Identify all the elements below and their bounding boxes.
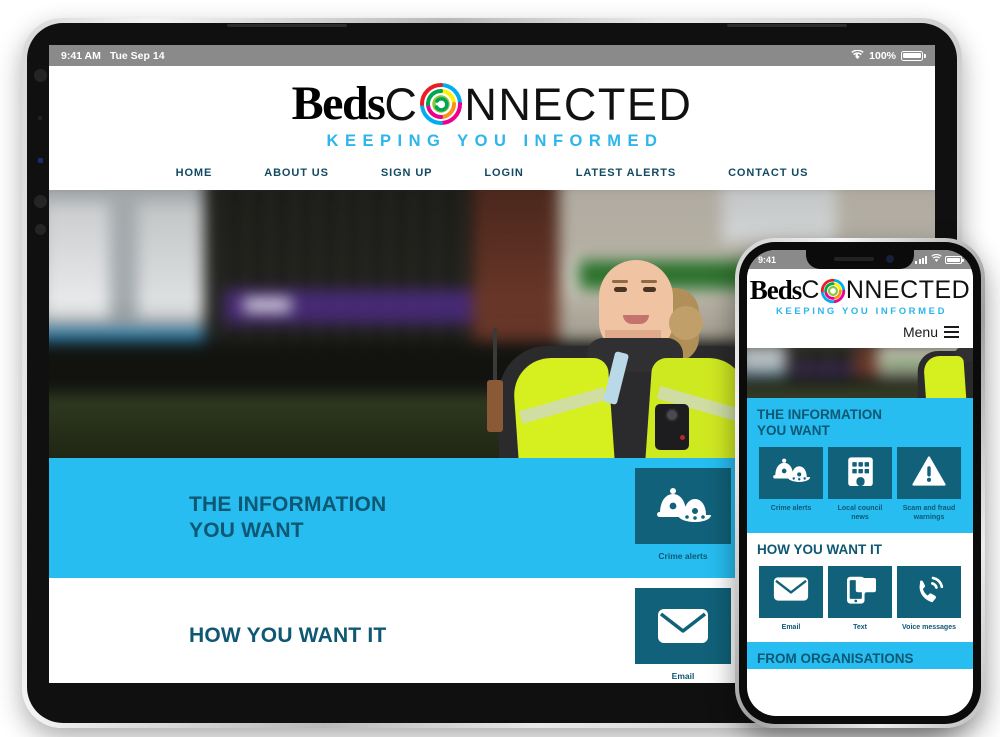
phone-section-information-you-want: THE INFORMATION YOU WANT Crime alerts Lo…	[747, 398, 973, 533]
phone-section-title-how-you-want-it: HOW YOU WANT IT	[757, 542, 963, 558]
battery-icon	[901, 50, 926, 61]
nav-item-sign-up[interactable]: SIGN UP	[355, 167, 459, 179]
section-title-information: THE INFORMATION YOU WANT	[49, 458, 635, 578]
site-header: Beds C NNECTED KEEPING YOU INFORMED	[49, 66, 935, 157]
phone-section-from-organisations: FROM ORGANISATIONS	[747, 641, 973, 670]
sensor-icon	[38, 116, 42, 120]
logo-tagline: KEEPING YOU INFORMED	[775, 306, 948, 317]
logo-word-connected-suffix: NNECTED	[845, 276, 971, 304]
battery-icon	[945, 255, 964, 264]
phone-tile-label-local-council-news: Local council news	[837, 505, 883, 522]
section-title-line-2: YOU WANT	[189, 519, 304, 543]
signal-bars-icon	[915, 255, 927, 264]
phone-status-time: 9:41	[758, 254, 777, 265]
logo-word-beds: Beds	[291, 77, 386, 130]
logo-tagline: KEEPING YOU INFORMED	[326, 132, 664, 150]
hamburger-icon	[944, 326, 959, 338]
tile-icon-box	[828, 565, 892, 618]
wifi-icon	[930, 253, 942, 265]
envelope-icon	[657, 607, 709, 645]
phone-section-how-you-want-it: HOW YOU WANT IT Email Text Voice message…	[747, 532, 973, 642]
screenshot-stage: 9:41 AM Tue Sep 14 ◐ 100% Beds C NNECTED…	[0, 0, 1000, 737]
section-title-line-1: THE INFORMATION	[189, 492, 387, 516]
logo-word-connected-prefix: C	[384, 78, 419, 130]
spiral-logo-icon	[820, 278, 846, 304]
phone-tile-scam-and-fraud-warnings[interactable]: Scam and fraud warnings	[897, 447, 961, 522]
battery-percent-label: 100%	[869, 49, 896, 62]
phone-device: 9:41 Beds C NNECTED KEEPING YOU INFORMED…	[735, 238, 985, 728]
phone-tile-text[interactable]: Text	[828, 565, 892, 632]
phone-bezel: 9:41 Beds C NNECTED KEEPING YOU INFORMED…	[739, 242, 981, 724]
logo-word-connected-prefix: C	[801, 276, 820, 304]
tile-email[interactable]: Email	[635, 588, 731, 683]
tile-icon-box	[635, 588, 731, 665]
phone-tile-label-text: Text	[853, 623, 867, 631]
logo-word-connected-suffix: NNECTED	[464, 78, 693, 130]
tile-crime-alerts[interactable]: Crime alerts	[635, 468, 731, 572]
earpiece-speaker-icon	[834, 257, 874, 261]
front-camera-icon	[886, 255, 894, 263]
wifi-icon: ◐	[851, 49, 864, 62]
tile-icon-box	[759, 565, 823, 618]
mobile-menu-label: Menu	[902, 324, 938, 340]
phone-notch	[806, 250, 914, 269]
camera-icon-3	[35, 224, 46, 235]
section-title-line-1: HOW YOU WANT IT	[189, 624, 387, 648]
tile-icon-box	[897, 447, 961, 500]
phone-site-header: Beds C NNECTED KEEPING YOU INFORMED	[747, 269, 973, 317]
phone-section-title-line-1: THE INFORMATION	[757, 407, 882, 422]
main-nav: HOME ABOUT US SIGN UP LOGIN LATEST ALERT…	[49, 157, 935, 190]
envelope-icon	[773, 576, 809, 607]
nav-item-contact-us[interactable]: CONTACT US	[702, 167, 834, 179]
camera-lens-icon	[38, 158, 43, 163]
phone-tile-group-information: Crime alerts Local council news Scam and…	[757, 447, 963, 522]
site-logo[interactable]: Beds C NNECTED	[49, 80, 935, 128]
tablet-status-bar: 9:41 AM Tue Sep 14 ◐ 100%	[49, 45, 935, 66]
phone-site-logo[interactable]: Beds C NNECTED	[749, 275, 971, 305]
section-title-how-you-want-it: HOW YOU WANT IT	[49, 578, 635, 683]
tile-icon-box	[759, 447, 823, 500]
phone-message-icon	[844, 574, 877, 610]
tile-icon-box	[635, 468, 731, 544]
phone-tile-local-council-news[interactable]: Local council news	[828, 447, 892, 522]
camera-icon	[34, 69, 47, 82]
warning-triangle-icon	[912, 456, 946, 491]
nav-item-login[interactable]: LOGIN	[458, 167, 549, 179]
building-icon	[846, 456, 875, 491]
phone-police-officer-photo	[911, 348, 973, 398]
phone-section-title-from-organisations: FROM ORGANISATIONS	[757, 650, 914, 666]
phone-tile-label-email: Email	[781, 623, 801, 631]
mobile-menu-button[interactable]: Menu	[747, 317, 973, 348]
phone-tile-label-voice-messages: Voice messages	[902, 623, 956, 631]
phone-tile-email[interactable]: Email	[759, 565, 823, 632]
phone-tile-group-delivery: Email Text Voice messages	[757, 565, 963, 632]
nav-item-home[interactable]: HOME	[150, 167, 239, 179]
status-date: Tue Sep 14	[109, 49, 165, 62]
spiral-logo-icon	[418, 81, 464, 127]
camera-icon-2	[34, 195, 47, 208]
police-helmets-icon	[654, 487, 712, 525]
phone-section-title-information: THE INFORMATION YOU WANT	[757, 407, 963, 439]
nav-item-about-us[interactable]: ABOUT US	[238, 167, 355, 179]
phone-hero-banner	[747, 348, 973, 398]
nav-item-latest-alerts[interactable]: LATEST ALERTS	[550, 167, 702, 179]
phone-section-title-line-2: YOU WANT	[757, 423, 830, 439]
tablet-top-antenna-2	[727, 24, 847, 27]
phone-section-title-line-1: HOW YOU WANT IT	[757, 541, 882, 557]
tile-label-crime-alerts: Crime alerts	[658, 551, 708, 561]
ringing-phone-icon	[912, 574, 946, 610]
status-time: 9:41 AM	[61, 49, 101, 62]
phone-tile-label-crime-alerts: Crime alerts	[770, 505, 812, 513]
logo-word-beds: Beds	[749, 275, 803, 305]
tile-icon-box	[897, 565, 961, 618]
police-helmets-icon	[771, 458, 811, 489]
phone-tile-crime-alerts[interactable]: Crime alerts	[759, 447, 823, 522]
tablet-top-antenna	[227, 24, 347, 27]
phone-tile-label-scam-and-fraud-warnings: Scam and fraud warnings	[902, 505, 956, 522]
phone-tile-voice-messages[interactable]: Voice messages	[897, 565, 961, 632]
tile-label-email: Email	[671, 671, 695, 682]
phone-screen: 9:41 Beds C NNECTED KEEPING YOU INFORMED…	[747, 250, 973, 716]
tile-icon-box	[828, 447, 892, 500]
